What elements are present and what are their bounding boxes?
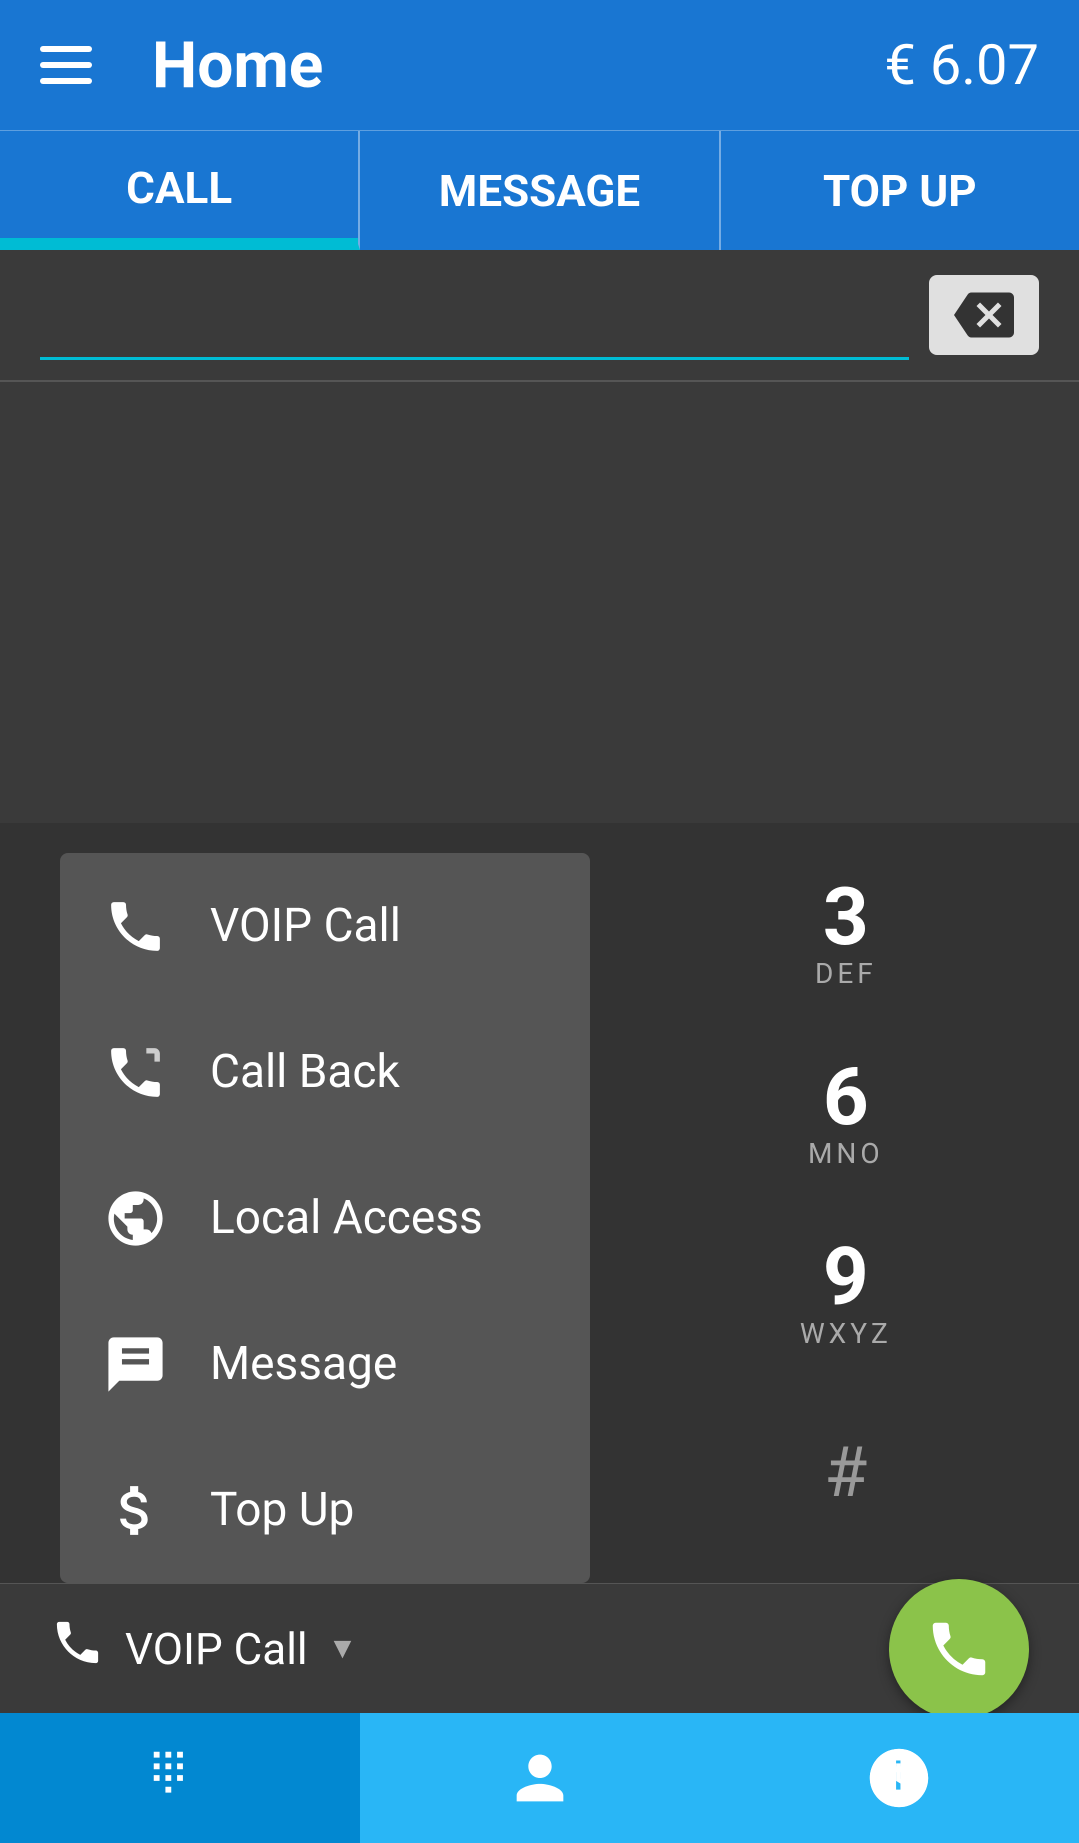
dropdown-arrow-icon: ▼ (328, 1631, 358, 1666)
dropdown-item-local-access[interactable]: Local Access (60, 1145, 590, 1291)
dropdown-item-call-back[interactable]: Call Back (60, 999, 590, 1145)
contacts-icon (505, 1743, 575, 1813)
balance-display: € 6.07 (884, 32, 1039, 98)
history-icon (864, 1743, 934, 1813)
tab-bar: CALL MESSAGE TOP UP (0, 130, 1079, 250)
call-button[interactable] (889, 1579, 1029, 1719)
dial-input-area (0, 250, 1079, 382)
key-6[interactable]: 6 MNO (693, 1023, 999, 1203)
nav-bar (0, 1713, 1079, 1843)
key-9[interactable]: 9 WXYZ (693, 1203, 999, 1383)
nav-item-history[interactable] (719, 1713, 1079, 1843)
phone-icon (50, 1615, 105, 1683)
dropdown-item-top-up[interactable]: Top Up (60, 1437, 590, 1583)
bottom-bar: VOIP Call ▼ (0, 1583, 1079, 1713)
key-hash[interactable]: # (693, 1383, 999, 1563)
main-content: 1 2 ABC 3 DEF 4 GHI 5 JKL 6 MNO 7 PQRS (0, 250, 1079, 1713)
nav-item-contacts[interactable] (360, 1713, 720, 1843)
voip-call-icon (100, 891, 170, 961)
globe-icon (100, 1183, 170, 1253)
dialpad-icon (145, 1743, 215, 1813)
backspace-icon (954, 285, 1014, 345)
call-type-dropdown: VOIP Call Call Back Local Access Message (60, 853, 590, 1583)
dropdown-item-voip-call[interactable]: VOIP Call (60, 853, 590, 999)
header: Home € 6.07 (0, 0, 1079, 130)
dial-input[interactable] (40, 270, 909, 360)
message-icon (100, 1329, 170, 1399)
key-3[interactable]: 3 DEF (693, 843, 999, 1023)
backspace-button[interactable] (929, 275, 1039, 355)
callback-icon (100, 1037, 170, 1107)
topup-icon (100, 1475, 170, 1545)
call-button-icon (924, 1614, 994, 1684)
tab-call[interactable]: CALL (0, 131, 360, 250)
spacer (0, 382, 1079, 823)
tab-topup[interactable]: TOP UP (721, 131, 1079, 250)
call-type-selector[interactable]: VOIP Call ▼ (50, 1615, 357, 1683)
call-type-label: VOIP Call (125, 1623, 308, 1675)
tab-message[interactable]: MESSAGE (360, 131, 720, 250)
page-title: Home (152, 28, 323, 103)
menu-icon[interactable] (40, 46, 92, 84)
nav-item-dialpad[interactable] (0, 1713, 360, 1843)
dropdown-item-message[interactable]: Message (60, 1291, 590, 1437)
